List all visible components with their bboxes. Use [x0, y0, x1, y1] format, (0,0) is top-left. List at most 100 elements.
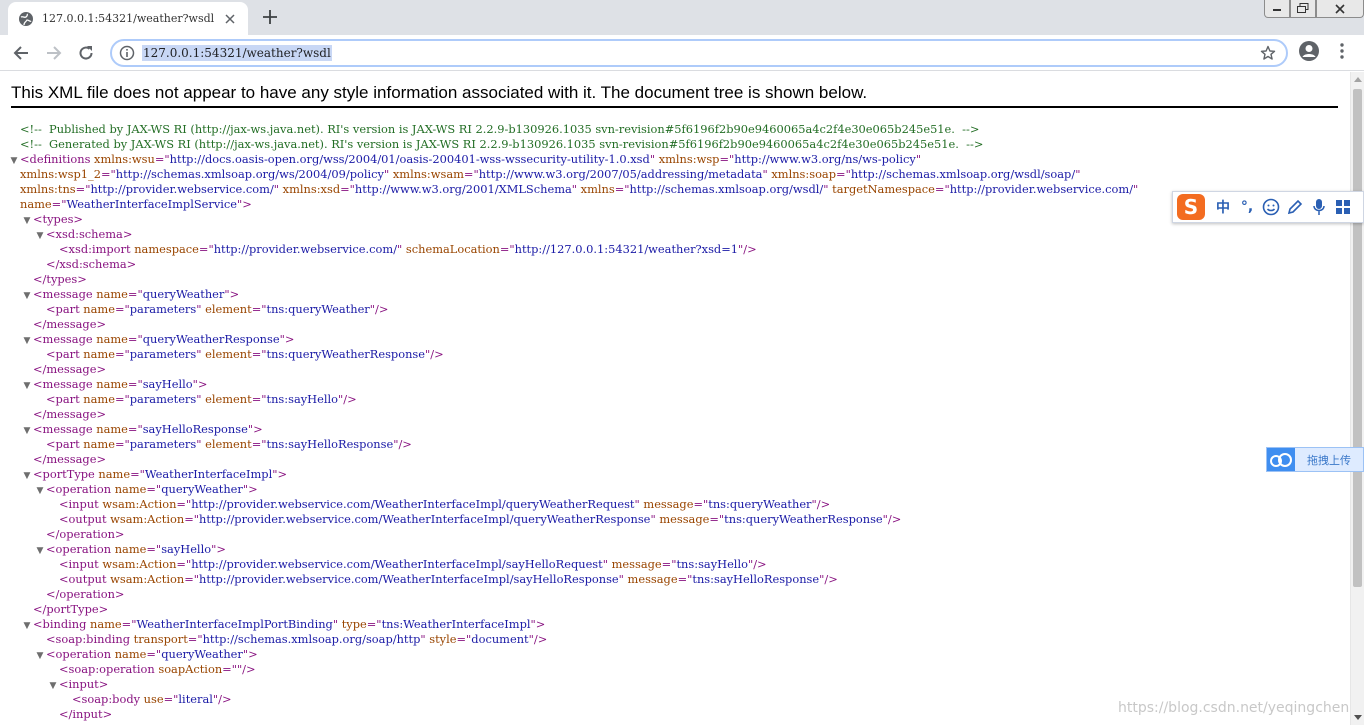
- xml-attribute-value: http://provider.webservice.com/: [213, 242, 398, 256]
- collapse-triangle-icon[interactable]: ▼: [21, 379, 33, 394]
- xml-tag-text: </message>: [33, 317, 106, 331]
- new-tab-plus-icon[interactable]: [260, 7, 280, 27]
- xml-attribute-name: name: [114, 482, 147, 496]
- xml-attribute-name: xmlns:xsd: [282, 182, 341, 196]
- xml-tag-text: "/>: [338, 392, 357, 406]
- scrollbar-thumb[interactable]: [1353, 89, 1362, 587]
- xml-line: ▼ <message name="sayHello">: [8, 377, 1138, 392]
- xml-tag-text: =": [719, 152, 735, 166]
- xml-tag-text: <portType: [33, 467, 99, 481]
- xml-tag-text: ": [196, 347, 206, 361]
- globe-icon: [18, 11, 34, 27]
- collapse-triangle-icon[interactable]: ▼: [34, 484, 46, 499]
- collapse-triangle-icon[interactable]: ▼: [21, 214, 33, 229]
- ime-punctuation[interactable]: °,: [1235, 195, 1259, 219]
- xml-attribute-value: parameters: [129, 392, 197, 406]
- drag-upload-widget[interactable]: 拖拽上传: [1266, 447, 1364, 472]
- xml-attribute-name: name: [20, 197, 52, 211]
- xml-tag-text: </xsd:schema>: [46, 257, 137, 271]
- back-arrow-icon[interactable]: [9, 41, 33, 65]
- bookmark-star-icon[interactable]: [1260, 45, 1276, 61]
- tab-close-icon[interactable]: [222, 11, 238, 27]
- xml-tag-text: ">: [211, 542, 226, 556]
- xml-tag-text: "/>: [882, 512, 902, 526]
- xml-line: ▼ <operation name="queryWeather">: [8, 647, 1138, 662]
- reload-icon[interactable]: [74, 41, 98, 65]
- xml-comment: <!-- Published by JAX-WS RI (http://jax-…: [20, 122, 980, 136]
- collapse-triangle-icon[interactable]: ▼: [21, 619, 33, 634]
- xml-attribute-name: message: [643, 497, 694, 511]
- xml-attribute-name: namespace: [134, 242, 199, 256]
- sogou-logo-icon[interactable]: S: [1177, 194, 1205, 220]
- xml-tag-text: =": [198, 242, 214, 256]
- xml-tag-text: ": [1133, 182, 1139, 196]
- xml-tag-text: ">: [192, 377, 208, 391]
- collapse-triangle-icon[interactable]: ▼: [21, 469, 33, 484]
- collapse-triangle-icon[interactable]: ▼: [21, 334, 33, 349]
- xml-tag-text: </message>: [33, 452, 106, 466]
- xml-tag-text: =": [251, 437, 267, 451]
- emoji-icon[interactable]: [1259, 195, 1283, 219]
- scroll-up-arrow-icon[interactable]: [1351, 72, 1364, 86]
- xml-tag-text: =": [251, 302, 267, 316]
- xml-tag-text: </message>: [33, 407, 106, 421]
- xml-tag-text: ": [420, 632, 430, 646]
- ime-chinese-mode[interactable]: 中: [1211, 195, 1235, 219]
- xml-tag-text: <types>: [33, 212, 83, 226]
- forward-arrow-icon[interactable]: [42, 41, 66, 65]
- xml-tag-text: <message: [33, 377, 97, 391]
- xml-tag-text: =": [127, 332, 143, 346]
- collapse-triangle-icon[interactable]: ▼: [21, 289, 33, 304]
- address-bar[interactable]: 127.0.0.1:54321/weather?wsdl: [110, 39, 1288, 67]
- close-window-icon[interactable]: [1316, 0, 1364, 18]
- xml-attribute-name: name: [96, 377, 128, 391]
- xml-line: <input wsam:Action="http://provider.webs…: [8, 497, 1138, 512]
- xml-tag-text: "/>: [811, 497, 831, 511]
- xml-tag-text: </operation>: [46, 527, 125, 541]
- xml-tag-text: "/>: [528, 632, 548, 646]
- collapse-triangle-icon[interactable]: ▼: [34, 229, 46, 244]
- xml-attribute-name: name: [83, 392, 115, 406]
- xml-attribute-name: element: [205, 302, 252, 316]
- collapse-triangle-icon[interactable]: ▼: [34, 649, 46, 664]
- xml-tag-text: =": [176, 557, 192, 571]
- xml-tag-text: </input>: [59, 707, 113, 721]
- xml-attribute-name: element: [205, 437, 252, 451]
- xml-attribute-value: WeatherInterfaceImpl: [144, 467, 273, 481]
- xml-tag-text: <message: [33, 287, 97, 301]
- xml-tag-text: ": [1075, 167, 1081, 181]
- scroll-down-arrow-icon[interactable]: [1351, 711, 1364, 725]
- profile-avatar-icon[interactable]: [1298, 40, 1320, 62]
- xml-tag-text: ": [273, 182, 283, 196]
- browser-tab[interactable]: 127.0.0.1:54321/weather?wsdl: [8, 2, 248, 35]
- xml-line: <!-- Generated by JAX-WS RI (http://jax-…: [8, 137, 1138, 152]
- minimize-icon[interactable]: [1264, 0, 1290, 18]
- xml-line: <!-- Published by JAX-WS RI (http://jax-…: [8, 122, 1138, 137]
- pen-icon[interactable]: [1283, 195, 1307, 219]
- xml-tag-text: =": [100, 167, 116, 181]
- xml-tag-text: ">: [279, 332, 295, 346]
- xml-tag-text: ": [762, 167, 772, 181]
- restore-icon[interactable]: [1290, 0, 1316, 18]
- xml-line: <part name="parameters" element="tns:que…: [8, 302, 1138, 317]
- collapse-triangle-icon[interactable]: ▼: [47, 679, 59, 694]
- url-text[interactable]: 127.0.0.1:54321/weather?wsdl: [142, 45, 332, 61]
- collapse-triangle-icon[interactable]: ▼: [21, 424, 33, 439]
- vertical-scrollbar[interactable]: [1350, 72, 1364, 725]
- xml-line: ▼ <operation name="sayHello">: [8, 542, 1138, 557]
- microphone-icon[interactable]: [1307, 195, 1331, 219]
- toolbox-grid-icon[interactable]: [1331, 195, 1355, 219]
- xml-tag-text: <definitions: [20, 152, 95, 166]
- xml-line: </xsd:schema>: [8, 257, 1138, 272]
- xml-attribute-value: http://www.w3.org/2001/XMLSchema: [354, 182, 572, 196]
- xml-viewer: This XML file does not appear to have an…: [0, 72, 1350, 725]
- xml-attribute-name: name: [114, 647, 147, 661]
- kebab-menu-icon[interactable]: [1334, 43, 1350, 61]
- info-icon[interactable]: [119, 45, 135, 61]
- xml-line: <soap:binding transport="http://schemas.…: [8, 632, 1138, 647]
- xml-tag-text: <input>: [59, 677, 109, 691]
- xml-tag-text: =": [184, 572, 199, 586]
- xml-attribute-name: use: [143, 692, 164, 706]
- xml-tag-text: ": [196, 302, 206, 316]
- collapse-triangle-icon[interactable]: ▼: [34, 544, 46, 559]
